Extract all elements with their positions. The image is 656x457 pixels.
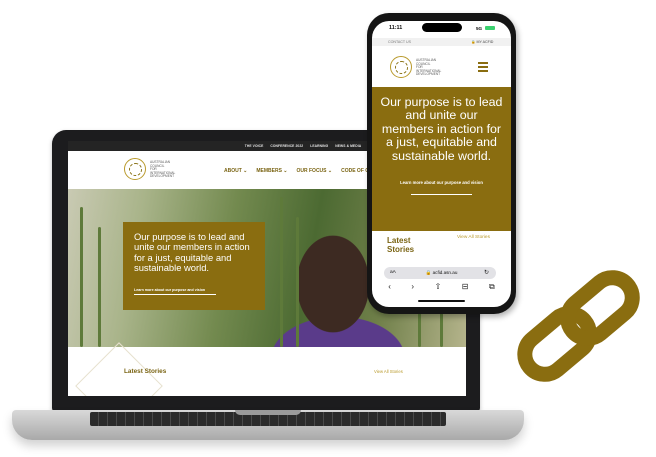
desktop-hero-title: Our purpose is to lead and unite our mem… xyxy=(134,231,250,274)
desktop-hero-link[interactable]: Learn more about our purpose and vision xyxy=(134,288,205,292)
corn-stalk xyxy=(296,217,299,347)
phone-stories-title: Latest Stories xyxy=(387,236,415,254)
back-icon[interactable]: ‹ xyxy=(388,282,391,291)
utility-link-news-media[interactable]: NEWS & MEDIA xyxy=(335,144,361,148)
safari-toolbar: ‹ › ⇧ ⊟ ⧉ xyxy=(372,282,511,291)
laptop-notch xyxy=(235,410,301,415)
dynamic-island xyxy=(422,23,462,32)
bookmarks-icon[interactable]: ⊟ xyxy=(462,282,469,291)
desktop-hero-panel: Our purpose is to lead and unite our mem… xyxy=(123,222,265,310)
phone-hero-link[interactable]: Learn more about our purpose and vision xyxy=(372,180,511,186)
phone-hero-link-underline xyxy=(411,194,472,195)
acfid-logo-icon[interactable] xyxy=(390,56,412,78)
nav-item-members[interactable]: MEMBERS ⌄ xyxy=(256,168,287,174)
logo-line: DEVELOPMENT xyxy=(416,72,441,77)
nav-item-about[interactable]: ABOUT ⌄ xyxy=(224,168,247,174)
address-url[interactable]: 🔒 acfid.asn.au xyxy=(372,270,511,276)
nav-item-our-focus[interactable]: OUR FOCUS ⌄ xyxy=(297,168,333,174)
battery-icon xyxy=(485,26,495,30)
desktop-logo-text[interactable]: AUSTRALIAN COUNCIL FOR INTERNATIONAL DEV… xyxy=(150,160,182,179)
logo-line: DEVELOPMENT xyxy=(150,174,175,179)
utility-link-the-voice[interactable]: THE VOICE xyxy=(245,144,264,148)
tabs-icon[interactable]: ⧉ xyxy=(489,282,495,291)
utility-link-conference[interactable]: CONFERENCE 2022 xyxy=(270,144,303,148)
signal-indicator: 5G xyxy=(476,26,483,31)
contact-us-link[interactable]: CONTACT US xyxy=(388,40,411,44)
status-time: 11:11 xyxy=(389,25,403,31)
link-chain-icon xyxy=(517,270,640,382)
desktop-stories-title: Latest Stories xyxy=(124,368,167,375)
phone-screen: 11:11 5G CONTACT US 🔒 MY ACFID AUSTRALIA… xyxy=(372,21,511,307)
phone-view-all-link[interactable]: View All Stories xyxy=(457,235,490,240)
desktop-view-all-link[interactable]: View All Stories xyxy=(374,369,403,374)
desktop-hero-link-underline xyxy=(134,294,216,295)
utility-link-learning[interactable]: LEARNING xyxy=(310,144,328,148)
reload-icon[interactable]: ↻ xyxy=(484,269,489,276)
phone-logo-text[interactable]: AUSTRALIAN COUNCIL FOR INTERNATIONAL DEV… xyxy=(416,58,448,77)
phone-hero-panel: Our purpose is to lead and unite our mem… xyxy=(372,87,511,231)
corn-stalk xyxy=(80,207,83,347)
phone-hero-title: Our purpose is to lead and unite our mem… xyxy=(380,95,503,163)
hamburger-icon[interactable] xyxy=(478,62,488,74)
home-indicator xyxy=(418,300,465,302)
corn-stalk xyxy=(98,227,101,347)
share-icon[interactable]: ⇧ xyxy=(435,282,442,291)
corn-stalk xyxy=(280,197,283,347)
phone-status-bar: 11:11 5G xyxy=(372,21,511,35)
forward-icon[interactable]: › xyxy=(411,282,414,291)
acfid-logo-icon[interactable] xyxy=(124,158,146,180)
my-acfid-link[interactable]: 🔒 MY ACFID xyxy=(471,40,493,44)
desktop-stories-section: Latest Stories View All Stories xyxy=(68,342,466,396)
